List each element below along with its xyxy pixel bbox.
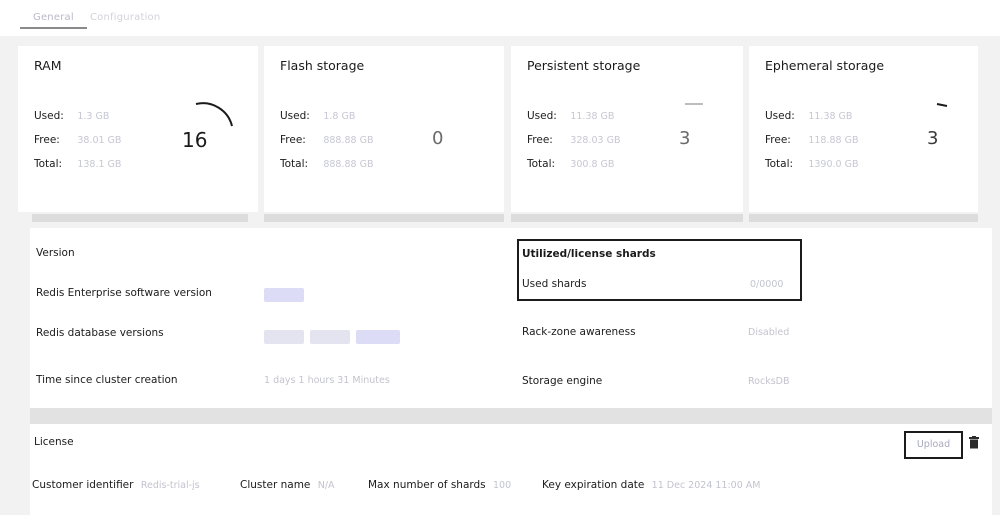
free-value: 328.03 GB (570, 135, 621, 146)
free-value: 888.88 GB (323, 135, 374, 146)
license-title: License (34, 436, 74, 448)
total-label: Total: (34, 158, 63, 170)
db-version-value: 6.2 (310, 334, 323, 343)
time-since-creation-value: 1 days 1 hours 31 Minutes (264, 375, 390, 386)
usage-gauge (936, 103, 948, 107)
key-expiration-value: 11 Dec 2024 11:00 AM (651, 480, 761, 491)
card-divider (749, 214, 978, 222)
free-value: 118.88 GB (808, 135, 859, 146)
free-row: Free: 118.88 GB (765, 134, 858, 146)
license-panel (30, 424, 992, 515)
free-row: Free: 328.03 GB (527, 134, 620, 146)
used-label: Used: (280, 110, 310, 122)
storage-engine-value: RocksDB (748, 376, 790, 387)
customer-identifier-label: Customer identifier (32, 479, 134, 491)
free-value: 38.01 GB (77, 135, 122, 146)
cluster-name-value: N/A (317, 480, 335, 491)
free-row: Free: 888.88 GB (280, 134, 373, 146)
usage-percent: 3 (927, 128, 939, 149)
card-title: Flash storage (280, 58, 365, 73)
db-version-badge: 7.2 (356, 330, 400, 344)
ram-card: RAM Used: 1.3 GB Free: 38.01 GB Total: 1… (18, 46, 258, 212)
total-value: 1390.0 GB (808, 159, 859, 170)
used-value: 11.38 GB (808, 111, 853, 122)
section-divider (30, 408, 992, 424)
cluster-name: Cluster name N/A (240, 479, 335, 491)
max-shards: Max number of shards 100 (368, 479, 511, 491)
ephemeral-storage-card: Ephemeral storage Used: 11.38 GB Free: 1… (749, 46, 978, 212)
total-row: Total: 888.88 GB (280, 158, 373, 170)
persistent-storage-card: Persistent storage Used: 11.38 GB Free: … (511, 46, 743, 212)
card-title: Persistent storage (527, 58, 641, 73)
tab-general[interactable]: General (20, 12, 87, 29)
used-shards-label: Used shards (522, 278, 587, 290)
free-label: Free: (765, 134, 791, 146)
tab-bar: General Configuration (0, 0, 1000, 36)
total-label: Total: (280, 158, 309, 170)
usage-percent: 16 (182, 128, 208, 152)
db-version-value: 6.0 (264, 334, 277, 343)
software-version-label: Redis Enterprise software version (36, 287, 212, 299)
used-value: 11.38 GB (570, 111, 615, 122)
total-label: Total: (765, 158, 794, 170)
total-value: 300.8 GB (570, 159, 615, 170)
used-label: Used: (765, 110, 795, 122)
rack-awareness-value: Disabled (748, 327, 790, 338)
free-label: Free: (34, 134, 60, 146)
used-shards-value: 0/0000 (750, 279, 784, 290)
version-title: Version (36, 247, 75, 259)
usage-gauge (685, 103, 703, 105)
customer-identifier-value: Redis-trial-js (140, 480, 200, 491)
storage-engine-label: Storage engine (522, 375, 603, 387)
total-row: Total: 1390.0 GB (765, 158, 858, 170)
card-title: Ephemeral storage (765, 58, 885, 73)
key-expiration: Key expiration date 11 Dec 2024 11:00 AM (542, 479, 760, 491)
max-shards-value: 100 (493, 480, 512, 491)
time-since-creation-label: Time since cluster creation (36, 374, 178, 386)
used-row: Used: 1.8 GB (280, 110, 355, 122)
free-row: Free: 38.01 GB (34, 134, 121, 146)
total-row: Total: 300.8 GB (527, 158, 614, 170)
free-label: Free: (527, 134, 553, 146)
card-divider (32, 214, 248, 222)
total-row: Total: 138.1 GB (34, 158, 121, 170)
used-value: 1.3 GB (77, 111, 110, 122)
max-shards-label: Max number of shards (368, 479, 486, 491)
cluster-name-label: Cluster name (240, 479, 311, 491)
used-label: Used: (527, 110, 557, 122)
used-row: Used: 1.3 GB (34, 110, 109, 122)
used-row: Used: 11.38 GB (765, 110, 852, 122)
free-label: Free: (280, 134, 306, 146)
usage-percent: 0 (432, 128, 444, 149)
db-version-badge: 6.0 (264, 330, 304, 344)
upload-license-button[interactable]: Upload (904, 431, 963, 459)
trash-icon[interactable] (969, 436, 979, 449)
flash-storage-card: Flash storage Used: 1.8 GB Free: 888.88 … (264, 46, 504, 212)
usage-percent: 3 (679, 128, 691, 149)
card-divider (511, 214, 743, 222)
db-version-value: 7.2 (356, 334, 369, 343)
card-divider (264, 214, 504, 222)
tab-configuration[interactable]: Configuration (90, 12, 160, 23)
total-label: Total: (527, 158, 556, 170)
used-label: Used: (34, 110, 64, 122)
total-value: 888.88 GB (323, 159, 374, 170)
software-version-value: 7.2.4 (264, 292, 285, 301)
used-row: Used: 11.38 GB (527, 110, 614, 122)
key-expiration-label: Key expiration date (542, 479, 645, 491)
db-versions-label: Redis database versions (36, 327, 164, 339)
software-version-badge: 7.2.4 (264, 288, 304, 302)
rack-awareness-label: Rack-zone awareness (522, 326, 636, 338)
card-title: RAM (34, 58, 62, 73)
total-value: 138.1 GB (77, 159, 122, 170)
db-version-badge: 6.2 (310, 330, 350, 344)
shards-title: Utilized/license shards (522, 248, 656, 260)
customer-identifier: Customer identifier Redis-trial-js (32, 479, 200, 491)
used-value: 1.8 GB (323, 111, 356, 122)
